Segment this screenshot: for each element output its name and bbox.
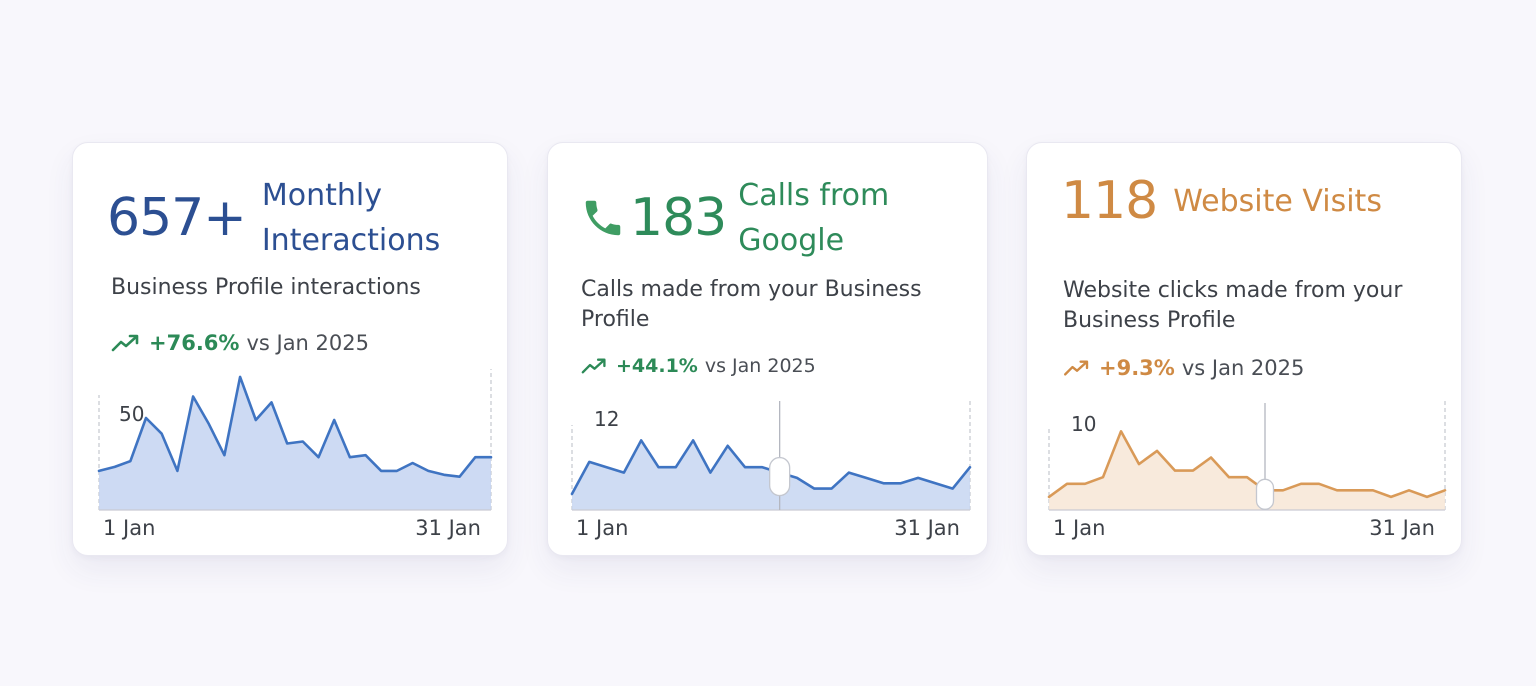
calls-chart: 12 1 Jan 31 Jan: [570, 399, 972, 540]
chart-x-start-label: 1 Jan: [576, 516, 628, 540]
google-calls-card: 183 Calls from Google Calls made from yo…: [547, 142, 988, 556]
chart-y-tick-label: 50: [119, 402, 144, 426]
monthly-interactions-card: 657+ Monthly Interactions Business Profi…: [72, 142, 508, 556]
metrics-dashboard: 657+ Monthly Interactions Business Profi…: [0, 0, 1536, 686]
chart-x-end-label: 31 Jan: [1369, 516, 1435, 540]
visits-chart: 10 1 Jan 31 Jan: [1047, 401, 1447, 540]
chart-x-start-label: 1 Jan: [103, 516, 155, 540]
interactions-chart: 50 1 Jan 31 Jan: [97, 369, 493, 540]
chart-area: [1049, 431, 1445, 510]
website-visits-card: 118 Website Visits Website clicks made f…: [1026, 142, 1462, 556]
chart-x-end-label: 31 Jan: [415, 516, 481, 540]
chart-x-start-label: 1 Jan: [1053, 516, 1105, 540]
chart-y-tick-label: 10: [1071, 412, 1096, 436]
chart-scrub-handle[interactable]: [769, 456, 791, 497]
chart-y-tick-label: 12: [594, 407, 619, 431]
chart-x-end-label: 31 Jan: [894, 516, 960, 540]
chart-scrub-handle[interactable]: [1255, 478, 1275, 510]
